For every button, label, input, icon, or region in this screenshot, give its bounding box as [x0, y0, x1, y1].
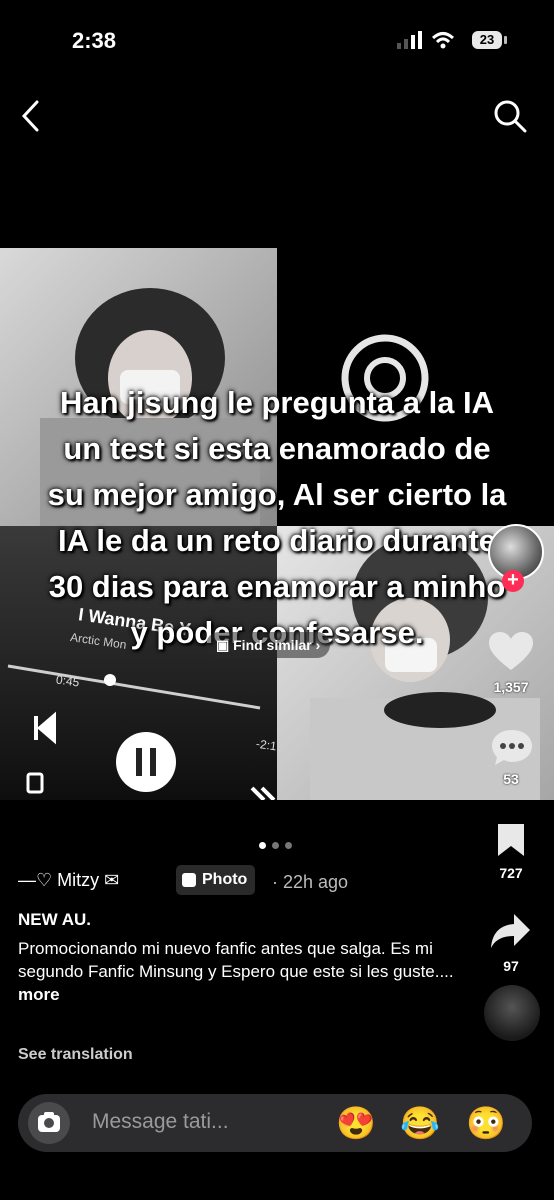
- heart-icon[interactable]: [489, 632, 533, 672]
- carousel-dot: [285, 842, 292, 849]
- carousel-dot: [259, 842, 266, 849]
- post-overlay-text: Han jisung le pregunta a la IA un test s…: [12, 380, 542, 656]
- overlay-line: IA le da un reto diario durante: [57, 523, 497, 558]
- battery-indicator: 23: [472, 31, 502, 49]
- caption-title: NEW AU.: [18, 910, 92, 929]
- post-time: · 22h ago: [272, 872, 349, 892]
- search-icon[interactable]: [492, 98, 528, 134]
- share-icon[interactable]: [490, 912, 532, 950]
- photo-badge: Photo: [176, 865, 256, 895]
- photo-badge-label: Photo: [202, 871, 248, 888]
- chevron-right-icon: ›: [311, 637, 321, 653]
- camera-icon: [38, 1112, 60, 1132]
- carousel-indicator: [256, 836, 295, 854]
- status-time: 2:38: [72, 28, 117, 53]
- remaining-time: -2:1: [255, 736, 278, 754]
- emoji-flushed-button[interactable]: 😳: [466, 1104, 506, 1142]
- camera-button[interactable]: [28, 1102, 70, 1144]
- follow-plus-icon[interactable]: +: [502, 570, 524, 592]
- like-count: 1,357: [493, 679, 529, 695]
- envelope-icon: ✉: [104, 870, 120, 890]
- comment-icon[interactable]: [491, 728, 533, 768]
- author-name[interactable]: —♡ Mitzy ✉: [18, 870, 119, 891]
- author-name-text: —♡ Mitzy: [18, 870, 100, 890]
- emoji-heart-eyes-button[interactable]: 😍: [336, 1104, 376, 1142]
- overlay-line: su mejor amigo, Al ser cierto la: [47, 477, 507, 512]
- caption-body: Promocionando mi nuevo fanfic antes que …: [18, 939, 454, 981]
- chevron-left-icon[interactable]: [18, 98, 44, 134]
- carousel-dot: [272, 842, 279, 849]
- caption-text[interactable]: Promocionando mi nuevo fanfic antes que …: [18, 937, 458, 1006]
- find-similar-label: Find similar: [233, 637, 312, 653]
- save-count: 727: [499, 865, 523, 881]
- overlay-line: 30 dias para enamorar a minho: [48, 569, 506, 604]
- see-translation-link[interactable]: See translation: [18, 1046, 133, 1064]
- bookmark-icon[interactable]: [496, 822, 526, 858]
- message-input[interactable]: Message tati...: [92, 1110, 229, 1134]
- photo-badge-icon: [182, 873, 196, 887]
- emoji-joy-button[interactable]: 😂: [400, 1104, 440, 1142]
- overlay-line: un test si esta enamorado de: [63, 431, 491, 466]
- comment-count: 53: [503, 771, 519, 787]
- scan-icon: ▣: [216, 637, 234, 653]
- sound-thumbnail[interactable]: [484, 985, 540, 1041]
- more-link[interactable]: more: [18, 985, 60, 1004]
- status-icons: [397, 31, 455, 49]
- find-similar-button[interactable]: ▣ Find similar ›: [206, 632, 331, 658]
- share-count: 97: [503, 958, 519, 974]
- battery-tip: [504, 36, 507, 44]
- overlay-line: Han jisung le pregunta a la IA: [59, 385, 495, 420]
